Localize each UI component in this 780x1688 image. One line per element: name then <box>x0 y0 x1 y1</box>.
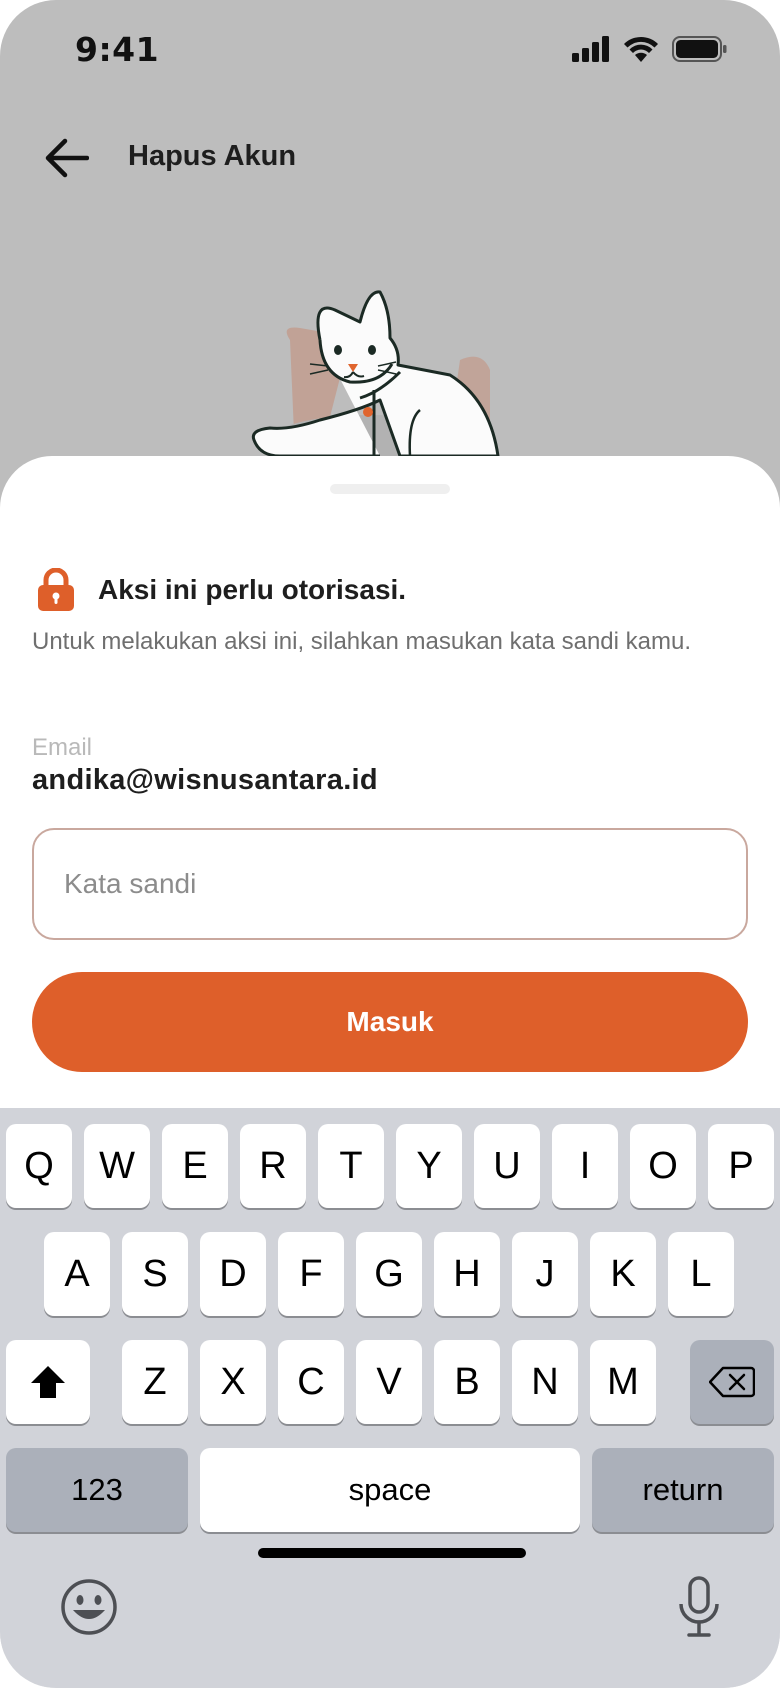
password-field[interactable] <box>32 828 748 940</box>
numbers-key[interactable]: 123 <box>6 1448 188 1532</box>
arrow-left-icon <box>45 138 89 178</box>
key-s[interactable]: S <box>122 1232 188 1316</box>
key-b[interactable]: B <box>434 1340 500 1424</box>
key-p[interactable]: P <box>708 1124 774 1208</box>
key-m[interactable]: M <box>590 1340 656 1424</box>
key-c[interactable]: C <box>278 1340 344 1424</box>
email-value: andika@wisnusantara.id <box>32 764 378 796</box>
key-h[interactable]: H <box>434 1232 500 1316</box>
home-indicator <box>258 1548 526 1558</box>
lock-icon <box>38 568 74 611</box>
auth-title: Aksi ini perlu otorisasi. <box>98 574 407 605</box>
key-o[interactable]: O <box>630 1124 696 1208</box>
email-label: Email <box>32 734 93 761</box>
key-v[interactable]: V <box>356 1340 422 1424</box>
emoji-button[interactable] <box>60 1578 118 1636</box>
key-n[interactable]: N <box>512 1340 578 1424</box>
page-title: Hapus Akun <box>128 140 297 172</box>
sheet-drag-handle[interactable] <box>330 484 450 494</box>
status-bar: 9:41 <box>0 0 780 100</box>
phone-screen: 9:41 Hapus Akun Aksi ini perlu otorisasi… <box>0 0 780 1688</box>
password-input[interactable] <box>34 830 746 938</box>
microphone-icon <box>679 1576 719 1637</box>
key-d[interactable]: D <box>200 1232 266 1316</box>
key-w[interactable]: W <box>84 1124 150 1208</box>
backspace-key[interactable] <box>690 1340 774 1424</box>
key-x[interactable]: X <box>200 1340 266 1424</box>
status-icons <box>572 36 728 62</box>
key-a[interactable]: A <box>44 1232 110 1316</box>
wifi-icon <box>624 36 658 62</box>
key-j[interactable]: J <box>512 1232 578 1316</box>
return-key[interactable]: return <box>592 1448 774 1532</box>
key-u[interactable]: U <box>474 1124 540 1208</box>
key-q[interactable]: Q <box>6 1124 72 1208</box>
emoji-icon <box>61 1579 117 1635</box>
auth-description: Untuk melakukan aksi ini, silahkan masuk… <box>32 628 691 655</box>
key-t[interactable]: T <box>318 1124 384 1208</box>
key-e[interactable]: E <box>162 1124 228 1208</box>
space-key[interactable]: space <box>200 1448 580 1532</box>
login-button[interactable]: Masuk <box>32 972 748 1072</box>
shift-key[interactable] <box>6 1340 90 1424</box>
backspace-icon <box>709 1366 755 1398</box>
auth-heading: Aksi ini perlu otorisasi. <box>36 568 406 612</box>
key-l[interactable]: L <box>668 1232 734 1316</box>
microphone-button[interactable] <box>676 1576 722 1638</box>
back-button[interactable] <box>34 126 98 190</box>
status-time: 9:41 <box>75 30 160 69</box>
key-k[interactable]: K <box>590 1232 656 1316</box>
key-r[interactable]: R <box>240 1124 306 1208</box>
shift-icon <box>31 1366 65 1398</box>
key-g[interactable]: G <box>356 1232 422 1316</box>
cellular-signal-icon <box>572 36 609 62</box>
key-f[interactable]: F <box>278 1232 344 1316</box>
key-z[interactable]: Z <box>122 1340 188 1424</box>
cat-illustration <box>251 290 500 460</box>
key-i[interactable]: I <box>552 1124 618 1208</box>
key-y[interactable]: Y <box>396 1124 462 1208</box>
battery-icon <box>672 36 727 62</box>
